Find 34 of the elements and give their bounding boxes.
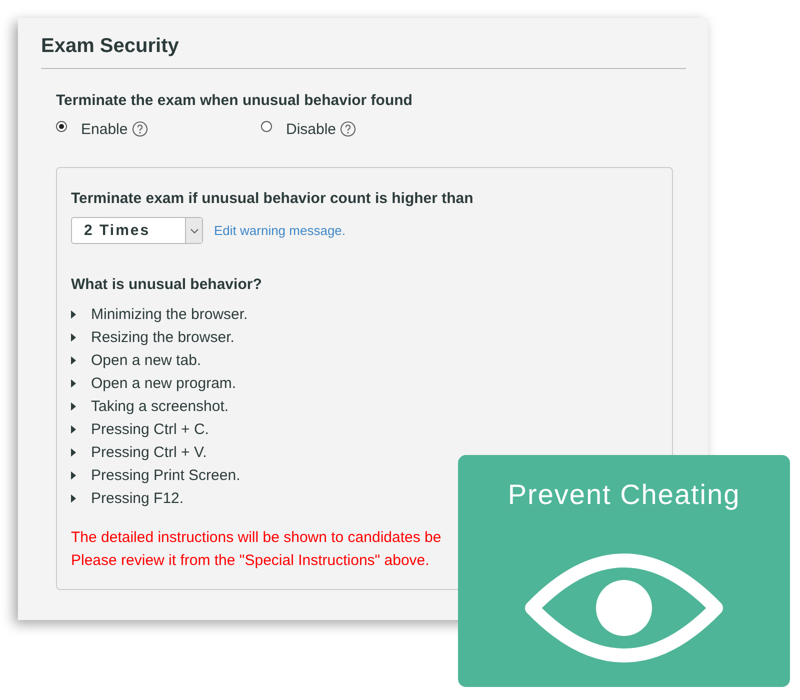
bullet-icon [71,356,76,365]
bullet-icon [71,448,76,457]
list-item: Pressing Ctrl + C. [91,421,209,438]
list-item: Pressing F12. [91,490,184,507]
list-item: Resizing the browser. [91,329,234,346]
bullet-icon [71,425,76,434]
bullet-icon [71,310,76,319]
list-item: Minimizing the browser. [91,306,248,323]
bullet-icon [71,333,76,342]
list-item: Pressing Print Screen. [91,467,240,484]
list-item: Pressing Ctrl + V. [91,444,207,461]
section-title: Exam Security [41,34,180,59]
radio-button[interactable] [56,120,67,132]
setting-label: Terminate the exam when unusual behavior found [56,91,414,111]
bullet-icon [71,494,76,503]
caret-icon [190,228,198,234]
count-dropdown[interactable]: 2 Times [71,217,203,244]
radio-option[interactable]: Disable [261,120,466,138]
bullet-icon [71,471,76,480]
list-item: Open a new program. [91,375,236,392]
section-heading: What is unusual behavior? [71,275,263,295]
help-icon[interactable] [132,121,148,137]
bullet-icon [71,402,76,411]
notice-text: Please review it from the "Special Instructions" above. [71,551,430,571]
list-item: Open a new tab. [91,352,202,369]
radio-button[interactable] [261,120,272,132]
promo-title: Prevent Cheating [508,479,740,511]
eye-icon [524,553,724,663]
notice-text: The detailed instructions will be shown to candidates be [71,528,442,548]
list-item: Taking a screenshot. [91,398,229,415]
help-icon[interactable] [340,121,356,137]
bullet-icon [71,379,76,388]
setting-label: Terminate exam if unusual behavior count is higher than [71,189,474,209]
radio-option[interactable]: Enable [56,120,261,138]
